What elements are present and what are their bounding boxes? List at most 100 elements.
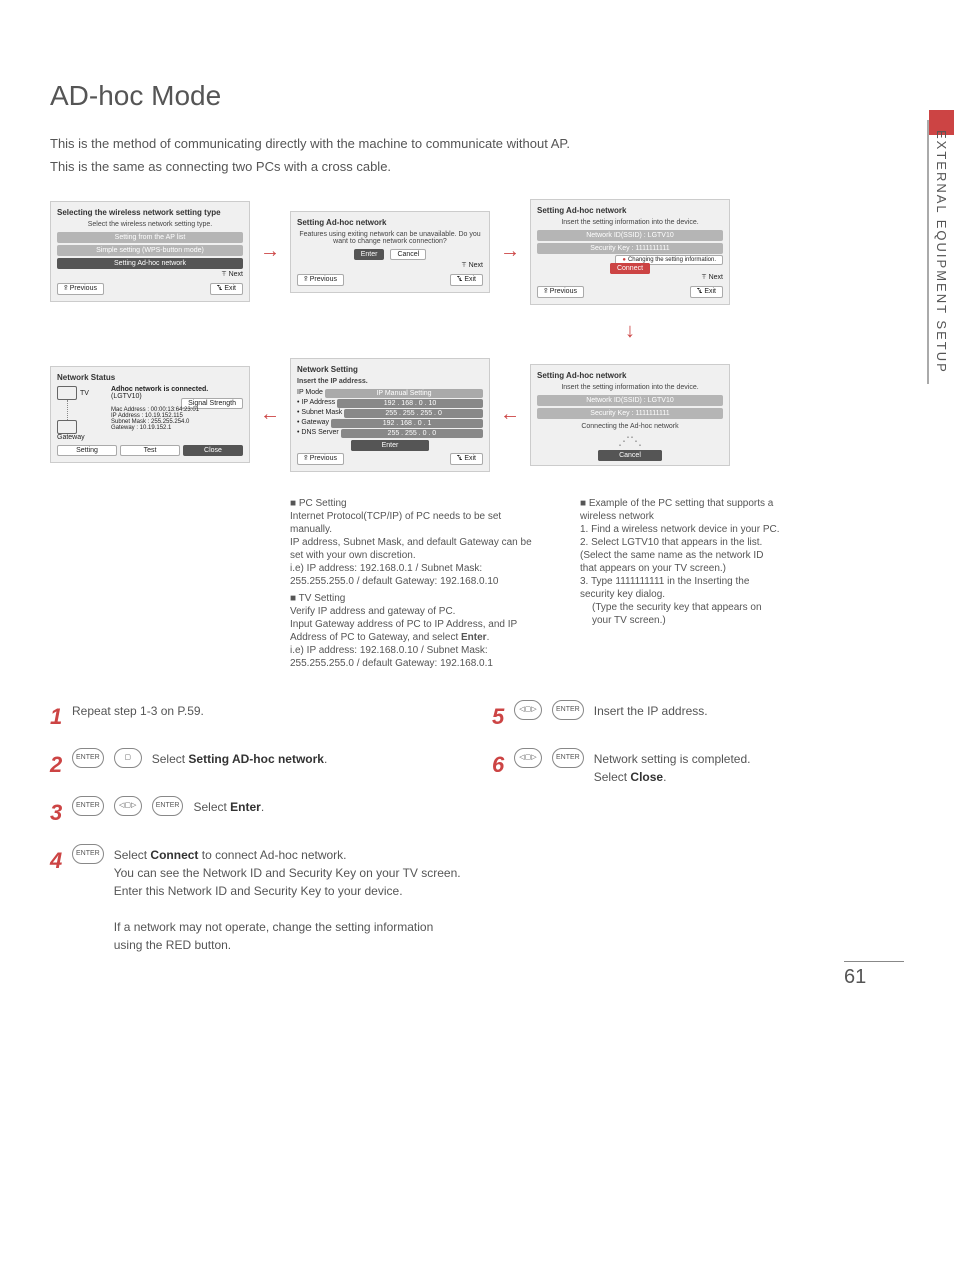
nav-button-icon-5: ◁▢▷ [514,700,542,720]
pc1: Internet Protocol(TCP/IP) of PC needs to… [290,510,540,536]
right-notes: ■ Example of the PC setting that support… [580,493,780,627]
panel6-test[interactable]: Test [120,445,180,456]
panel3-sub: Insert the setting information into the … [537,219,723,226]
mode-label: IP Mode [297,389,323,398]
panel5-enter[interactable]: Enter [351,440,430,451]
dns-label: • DNS Server [297,429,339,438]
nav-button-icon: ▢ [114,748,142,768]
page-title: AD-hoc Mode [50,80,904,112]
pc2: IP address, Subnet Mask, and default Gat… [290,536,540,562]
dns-value[interactable]: 255 . 255 . 0 . 0 [341,429,483,438]
pc-head: ■ PC Setting [290,497,540,510]
arrow-down-row: ↓ [50,320,904,343]
panel-confirm: Setting Ad-hoc network Features using ex… [290,211,490,293]
rn1: 1. Find a wireless network device in you… [580,523,780,536]
panel1-opt1[interactable]: Setting from the AP list [57,232,243,243]
pc3: i.e) IP address: 192.168.0.1 / Subnet Ma… [290,562,540,588]
gateway-icon [57,420,77,434]
panel2-exit[interactable]: ꔄ Exit [450,274,483,286]
panel3-connect[interactable]: Connect [610,263,650,274]
gateway-label: • Gateway [297,419,329,428]
arrow-left-1: ← [260,403,280,426]
step-num-5: 5 [492,700,506,733]
enter-button-icon-3a: ENTER [72,796,104,816]
tv-icon [57,386,77,400]
mode-value[interactable]: IP Manual Setting [325,389,483,398]
side-tab: EXTERNAL EQUIPMENT SETUP [927,120,954,384]
panel4-key: Security Key : 1111111111 [537,408,723,419]
panel1-prev[interactable]: ꕉ Previous [57,283,104,295]
steps-right: 5 ◁▢▷ ENTER Insert the IP address. 6 ◁▢▷… [492,700,904,969]
panel5-sub: Insert the IP address. [297,378,483,385]
panel2-prev[interactable]: ꕉ Previous [297,274,344,286]
subnet-label: • Subnet Mask [297,409,342,418]
enter-button-icon-5: ENTER [552,700,584,720]
panel2-enter[interactable]: Enter [354,249,385,260]
arrow-left-2: ← [500,403,520,426]
panel2-cancel[interactable]: Cancel [390,249,426,260]
steps-left: 1 Repeat step 1-3 on P.59. 2 ENTER ▢ Sel… [50,700,462,969]
panel6-gateway: Gateway : 10.19.152.1 [111,425,243,431]
subnet-value[interactable]: 255 . 255 . 255 . 0 [344,409,483,418]
tv2: Input Gateway address of PC to IP Addres… [290,618,540,644]
step-3: 3 ENTER ◁▢▷ ENTER Select Enter. [50,796,462,829]
step-6: 6 ◁▢▷ ENTER Network setting is completed… [492,748,904,786]
step-1: 1 Repeat step 1-3 on P.59. [50,700,462,733]
panel3-exit[interactable]: ꔄ Exit [690,286,723,298]
panel3-prev[interactable]: ꕉ Previous [537,286,584,298]
progress-dots-icon: ⋰⋱ [537,434,723,448]
step-1-text: Repeat step 1-3 on P.59. [72,700,462,720]
panel4-cancel[interactable]: Cancel [598,450,662,461]
panel6-setting[interactable]: Setting [57,445,117,456]
notes-row: ■ PC Setting Internet Protocol(TCP/IP) o… [50,487,904,670]
panel1-sub: Select the wireless network setting type… [57,221,243,228]
steps-section: 1 Repeat step 1-3 on P.59. 2 ENTER ▢ Sel… [50,700,904,969]
middle-notes: ■ PC Setting Internet Protocol(TCP/IP) o… [290,493,540,670]
nav-button-icon-3: ◁▢▷ [114,796,142,816]
step-num-6: 6 [492,748,506,781]
panel2-sub: Features using exiting network can be un… [297,231,483,245]
step-3-text: Select Enter. [193,796,462,816]
step-5: 5 ◁▢▷ ENTER Insert the IP address. [492,700,904,733]
panel1-exit[interactable]: ꔄ Exit [210,283,243,295]
rn-head: ■ Example of the PC setting that support… [580,497,780,523]
intro-line-2: This is the same as connecting two PCs w… [50,155,904,178]
panel-connecting: Setting Ad-hoc network Insert the settin… [530,364,730,466]
ip-label: • IP Address [297,399,335,408]
step-5-text: Insert the IP address. [594,700,904,720]
step-4: 4 ENTER Select Connect to connect Ad-hoc… [50,844,462,954]
gateway-value[interactable]: 192 . 168 . 0 . 1 [331,419,483,428]
panel-insert-info: Setting Ad-hoc network Insert the settin… [530,199,730,305]
arrow-down-1: ↓ [530,320,730,343]
enter-button-icon-3b: ENTER [152,796,184,816]
step-2-text: Select Setting AD-hoc network. [152,748,462,768]
panel5-exit[interactable]: ꔄ Exit [450,453,483,465]
panel1-opt3[interactable]: Setting Ad-hoc network [57,258,243,269]
panel6-close[interactable]: Close [183,445,243,456]
arrow-right-2: → [500,240,520,263]
rn3: 3. Type 1111111111 in the Inserting the … [580,575,780,601]
panel2-next: ꔉ Next [297,262,483,270]
panel3-key: Security Key : 1111111111 [537,243,723,254]
panel3-next: ꔉ Next [537,274,723,282]
step-num-3: 3 [50,796,64,829]
panel-select-type: Selecting the wireless network setting t… [50,201,250,302]
step-num-2: 2 [50,748,64,781]
panel5-prev[interactable]: ꕉ Previous [297,453,344,465]
panel-network-status: Network Status TV Gateway Adhoc network … [50,366,250,463]
panel-network-setting: Network Setting Insert the IP address. I… [290,358,490,472]
panel4-connecting: Connecting the Ad-hoc network [537,423,723,430]
panel3-title: Setting Ad-hoc network [537,206,723,215]
panel1-opt2[interactable]: Simple setting (WPS-button mode) [57,245,243,256]
step-6-text: Network setting is completed. Select Clo… [594,748,904,786]
diagram-row-1: Selecting the wireless network setting t… [50,199,904,305]
rn4: (Type the security key that appears on y… [592,601,780,627]
tv1: Verify IP address and gateway of PC. [290,605,540,618]
step-2: 2 ENTER ▢ Select Setting AD-hoc network. [50,748,462,781]
panel6-connected: Adhoc network is connected. [111,386,243,393]
step-4-text: Select Connect to connect Ad-hoc network… [114,844,462,954]
ip-value[interactable]: 192 . 168 . 0 . 10 [337,399,483,408]
panel1-next: ꔉ Next [57,271,243,279]
panel6-title: Network Status [57,373,243,382]
panel4-sub: Insert the setting information into the … [537,384,723,391]
